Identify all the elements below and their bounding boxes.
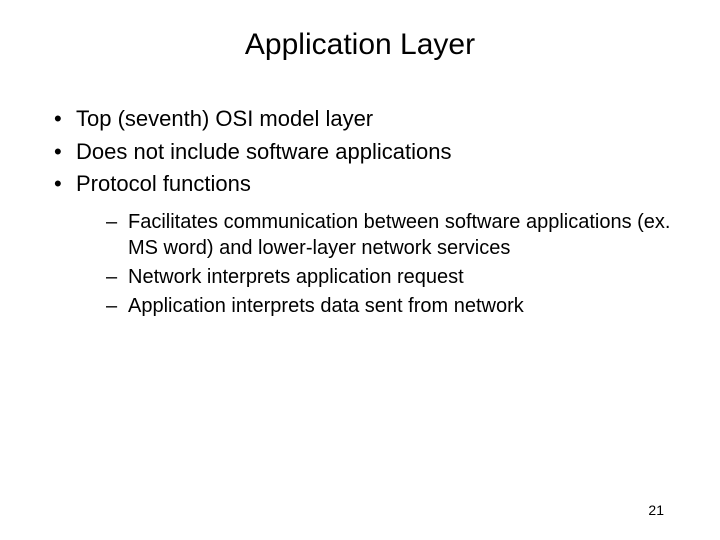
page-number: 21: [648, 502, 664, 518]
list-item-label: Protocol functions: [76, 171, 251, 196]
slide-title: Application Layer: [30, 28, 690, 62]
slide: Application Layer Top (seventh) OSI mode…: [0, 0, 720, 540]
list-item: Network interprets application request: [106, 264, 690, 290]
list-item: Facilitates communication between softwa…: [106, 209, 690, 261]
list-item: Does not include software applications: [54, 137, 690, 167]
list-item: Application interprets data sent from ne…: [106, 293, 690, 319]
bullet-list: Top (seventh) OSI model layer Does not i…: [30, 104, 690, 319]
list-item: Top (seventh) OSI model layer: [54, 104, 690, 134]
sub-bullet-list: Facilitates communication between softwa…: [76, 209, 690, 319]
list-item: Protocol functions Facilitates communica…: [54, 169, 690, 319]
